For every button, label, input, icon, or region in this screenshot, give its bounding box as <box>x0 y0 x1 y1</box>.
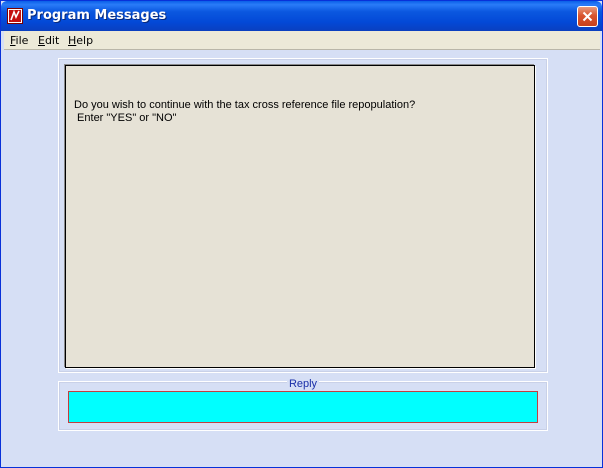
message-frame: Do you wish to continue with the tax cro… <box>58 58 548 373</box>
window-title: Program Messages <box>27 8 167 23</box>
program-messages-window: Program Messages File Edit Help Do you w… <box>0 0 603 468</box>
title-bar[interactable]: Program Messages <box>1 1 602 31</box>
menu-file[interactable]: File <box>10 34 28 47</box>
reply-group: Reply <box>58 378 548 431</box>
reply-label: Reply <box>286 378 320 390</box>
close-icon <box>582 11 593 22</box>
client-area: Do you wish to continue with the tax cro… <box>4 51 600 465</box>
menu-edit[interactable]: Edit <box>38 34 59 47</box>
menu-help[interactable]: Help <box>68 34 93 47</box>
message-panel: Do you wish to continue with the tax cro… <box>65 65 535 368</box>
app-icon[interactable] <box>7 8 23 24</box>
reply-input[interactable] <box>68 391 538 423</box>
message-text: Do you wish to continue with the tax cro… <box>74 99 416 124</box>
menu-bar: File Edit Help <box>4 31 600 50</box>
close-button[interactable] <box>577 6 598 27</box>
